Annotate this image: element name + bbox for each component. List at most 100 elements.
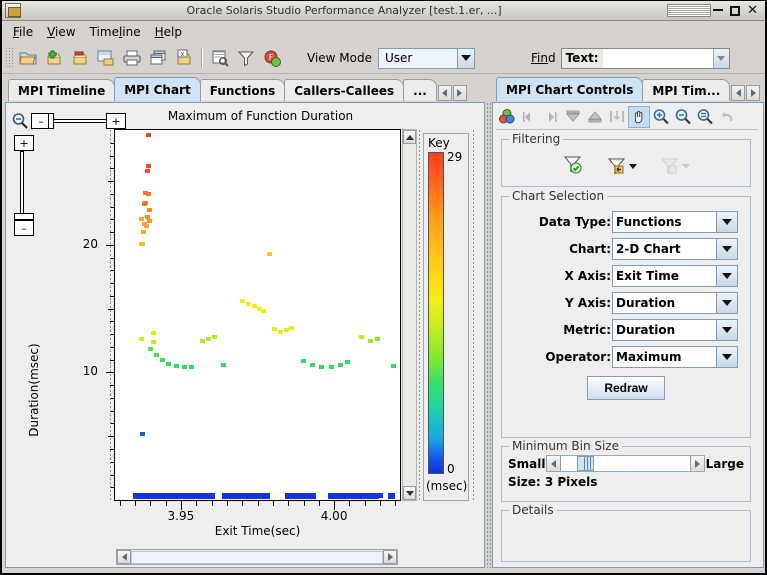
chart-data-point[interactable]	[254, 493, 261, 498]
scroll-down-icon[interactable]	[403, 486, 416, 500]
chevron-down-icon[interactable]	[716, 239, 737, 259]
chart-data-point[interactable]	[181, 365, 187, 370]
chart-data-point[interactable]	[239, 299, 245, 303]
filter-icon[interactable]	[234, 46, 258, 70]
chevron-down-icon[interactable]	[716, 320, 737, 340]
tab-callers-callees[interactable]: Callers-Callees	[284, 79, 405, 101]
open-experiment-icon[interactable]	[16, 46, 40, 70]
hscroll-thumb[interactable]	[131, 550, 383, 564]
chart-data-point[interactable]	[147, 347, 153, 352]
chart-data-point[interactable]	[245, 301, 251, 306]
chart-data-point[interactable]	[199, 338, 205, 343]
tab-mpi-timeline[interactable]: MPI Timeline	[8, 79, 116, 101]
chevron-down-icon[interactable]	[716, 266, 737, 286]
field-combo[interactable]: Duration	[612, 292, 738, 314]
toolbar-drag-handle[interactable]	[5, 47, 13, 69]
tab-mpi-chart-controls[interactable]: MPI Chart Controls	[496, 77, 644, 101]
chart-data-point[interactable]	[140, 241, 146, 246]
chart-horizontal-scrollbar[interactable]	[116, 549, 398, 565]
stop-record-icon[interactable]: F	[260, 46, 284, 70]
v-zoom-in-button[interactable]: +	[14, 135, 34, 151]
chart-data-point[interactable]	[146, 218, 152, 223]
menu-timeline[interactable]: Timeline	[83, 23, 148, 41]
h-zoom-thumb[interactable]	[48, 113, 54, 129]
chart-vertical-scrollbar[interactable]	[402, 129, 417, 501]
chart-data-point[interactable]	[374, 337, 380, 342]
step-forward-icon[interactable]	[540, 106, 562, 128]
zoom-in-icon[interactable]	[650, 106, 672, 128]
v-zoom-out-button[interactable]: –	[14, 220, 34, 236]
new-window-icon[interactable]	[146, 46, 170, 70]
menu-view[interactable]: View	[40, 23, 82, 41]
chevron-down-icon[interactable]	[716, 212, 737, 232]
apply-filter-icon[interactable]	[562, 153, 584, 179]
chart-data-point[interactable]	[138, 337, 144, 342]
chart-data-point[interactable]	[368, 338, 374, 343]
scroll-right-icon[interactable]	[383, 550, 397, 564]
v-zoom-thumb[interactable]	[14, 213, 34, 220]
chart-data-point[interactable]	[337, 362, 343, 367]
field-combo[interactable]: Exit Time	[612, 265, 738, 287]
chart-data-point[interactable]	[166, 361, 172, 366]
chart-data-point[interactable]	[212, 334, 218, 339]
chevron-down-icon[interactable]	[457, 48, 474, 68]
menu-help[interactable]: Help	[148, 23, 189, 41]
bin-size-slider[interactable]	[546, 455, 705, 472]
field-combo[interactable]: 2-D Chart	[612, 238, 738, 260]
find-input[interactable]	[602, 48, 713, 68]
menu-file[interactable]: File	[6, 23, 40, 41]
pan-hand-icon[interactable]	[628, 106, 650, 128]
chart-data-point[interactable]	[267, 251, 273, 256]
settings-icon[interactable]	[208, 46, 232, 70]
chevron-down-icon[interactable]	[629, 163, 637, 169]
undo-icon[interactable]	[716, 106, 738, 128]
drop-experiment-icon[interactable]	[68, 46, 92, 70]
tab-scroll-left-icon[interactable]	[437, 85, 452, 101]
chevron-down-icon[interactable]	[716, 347, 737, 367]
chart-data-point[interactable]	[206, 337, 211, 342]
chart-data-point[interactable]	[319, 365, 325, 370]
chart-data-point[interactable]	[140, 431, 146, 436]
select-tool-icon[interactable]	[606, 106, 628, 128]
tab-mpi-timeline-controls[interactable]: MPI Tim...	[642, 79, 731, 101]
bin-increase-icon[interactable]	[689, 456, 704, 471]
chart-data-point[interactable]	[141, 230, 146, 235]
chart-data-point[interactable]	[143, 223, 149, 228]
field-combo[interactable]: Duration	[612, 319, 738, 341]
chart-data-point[interactable]	[391, 364, 397, 368]
bin-decrease-icon[interactable]	[547, 456, 562, 471]
scroll-up-icon[interactable]	[403, 130, 416, 144]
chart-data-point[interactable]	[288, 325, 294, 330]
filter-history-icon[interactable]	[606, 155, 637, 177]
add-experiment-icon[interactable]	[42, 46, 66, 70]
chart-data-point[interactable]	[301, 358, 306, 363]
chart-data-point[interactable]	[208, 493, 215, 498]
tab-scroll-right-icon[interactable]	[452, 85, 467, 101]
field-combo[interactable]: Functions	[612, 211, 738, 233]
chart-plot-area[interactable]	[114, 129, 401, 501]
chart-data-point[interactable]	[173, 364, 179, 368]
chart-data-point[interactable]	[160, 357, 165, 362]
close-window-icon[interactable]: x	[172, 46, 196, 70]
chart-data-point[interactable]	[146, 133, 152, 138]
collapse-up-icon[interactable]	[584, 106, 606, 128]
field-combo[interactable]: Maximum	[612, 346, 738, 368]
chart-data-point[interactable]	[377, 493, 384, 498]
zoom-magnifier-icon[interactable]	[11, 112, 29, 134]
maximize-button[interactable]	[730, 5, 741, 16]
close-button[interactable]: ✕	[747, 4, 758, 17]
chart-data-point[interactable]	[300, 493, 307, 498]
chart-data-point[interactable]	[359, 334, 365, 339]
chart-data-point[interactable]	[153, 352, 159, 357]
save-experiment-icon[interactable]	[94, 46, 118, 70]
chart-data-point[interactable]	[221, 362, 227, 367]
chart-data-point[interactable]	[189, 365, 195, 370]
horizontal-zoom-slider[interactable]: – +	[31, 113, 126, 129]
redraw-button[interactable]: Redraw	[587, 376, 665, 400]
zoom-fit-icon[interactable]	[694, 106, 716, 128]
bin-slider-track[interactable]	[561, 456, 690, 471]
tab-scroll-left-icon[interactable]	[731, 85, 746, 101]
tab-mpi-chart[interactable]: MPI Chart	[114, 77, 201, 101]
step-back-icon[interactable]	[518, 106, 540, 128]
vertical-zoom-slider[interactable]: + –	[14, 135, 34, 243]
